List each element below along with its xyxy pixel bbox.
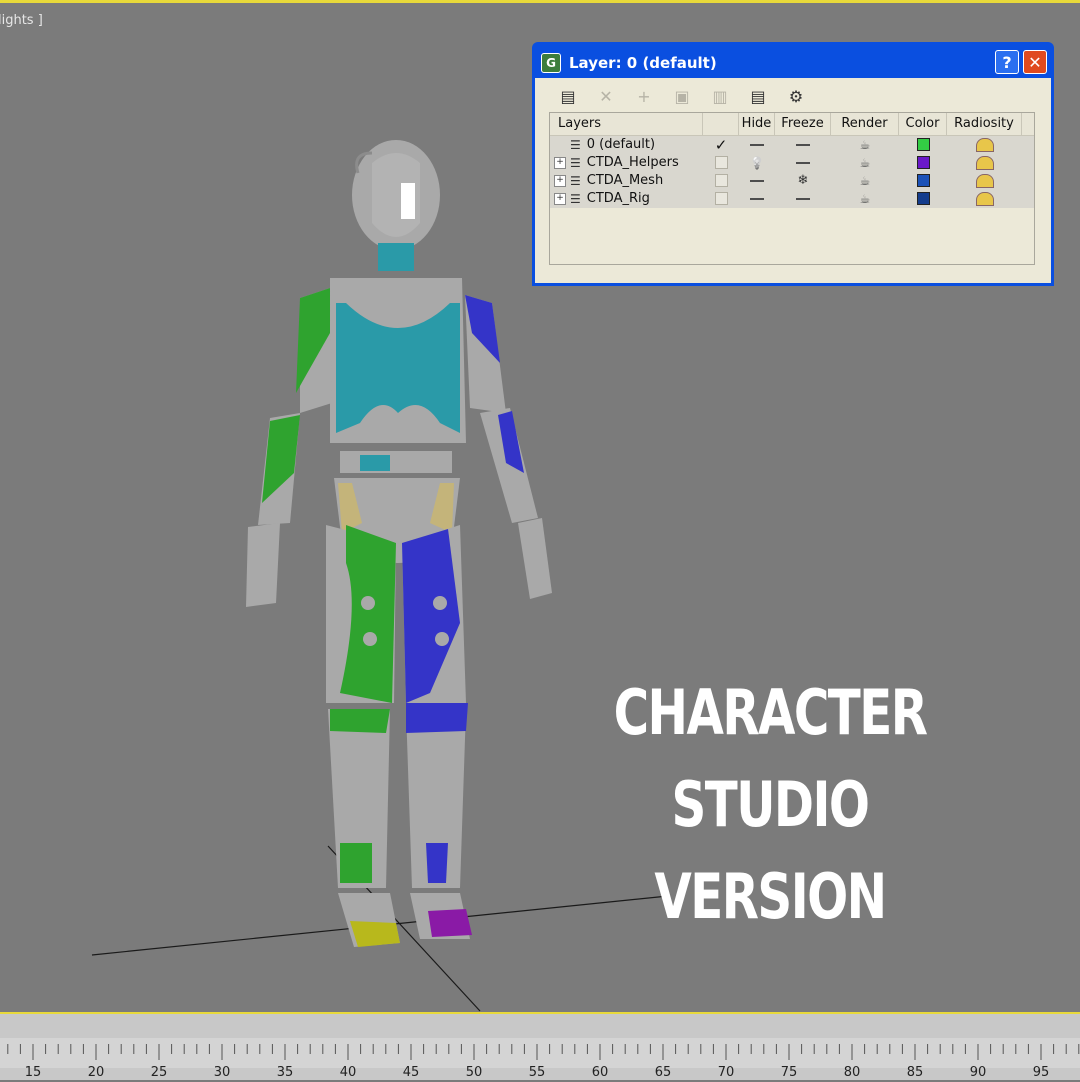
ruler-frame-label: 45 (403, 1065, 420, 1080)
help-button[interactable]: ? (995, 50, 1019, 74)
layer-stack-icon: ☰ (570, 156, 581, 170)
ruler-frame-label: 35 (277, 1065, 294, 1080)
highlight-layer-icon[interactable]: ▥ (707, 83, 733, 109)
active-check-icon[interactable]: ✓ (703, 136, 739, 154)
ruler-frame-label: 80 (844, 1065, 861, 1080)
radiosity-icon[interactable] (947, 172, 1022, 190)
layer-row[interactable]: + ☰ CTDA_Rig ☕ (550, 190, 1034, 208)
ruler-frame-label: 30 (214, 1065, 231, 1080)
layer-name-cell[interactable]: ☰ 0 (default) (550, 136, 703, 154)
layer-properties-icon[interactable]: ⚙ (783, 83, 809, 109)
layer-name-cell[interactable]: + ☰ CTDA_Mesh (550, 172, 703, 190)
active-checkbox[interactable] (703, 172, 739, 190)
ruler-frame-label: 70 (718, 1065, 735, 1080)
freeze-toggle[interactable] (775, 154, 831, 172)
layer-manager-dialog: G Layer: 0 (default) ? ✕ ▤ ✕ + ▣ ▥ ▤ ⚙ Layers … (532, 42, 1054, 286)
hide-toggle[interactable] (739, 172, 775, 190)
ruler-frame-label: 60 (592, 1065, 609, 1080)
expand-icon[interactable]: + (554, 193, 566, 205)
hide-toggle[interactable] (739, 190, 775, 208)
layer-stack-icon: ☰ (570, 174, 581, 188)
hide-freeze-all-icon[interactable]: ▤ (745, 83, 771, 109)
expand-icon[interactable]: + (554, 157, 566, 169)
ruler-frame-label: 75 (781, 1065, 798, 1080)
ruler-frame-label: 85 (907, 1065, 924, 1080)
layer-row[interactable]: + ☰ CTDA_Helpers 💡 ☕ (550, 154, 1034, 172)
dialog-title: Layer: 0 (default) (569, 54, 717, 72)
ruler-ticks: 15 20 25 30 35 40 45 50 55 60 65 70 75 80 85 90 95 (7, 1044, 1080, 1080)
teapot-icon[interactable]: ☕ (831, 136, 899, 154)
hide-toggle[interactable] (739, 136, 775, 154)
add-to-layer-icon[interactable]: + (631, 83, 657, 109)
column-freeze[interactable]: Freeze (775, 113, 831, 135)
layer-rows: ☰ 0 (default) ✓ ☕ + ☰ CTDA_Helpers 💡 ☕ + ☰ CTDA_Mes… (550, 136, 1034, 208)
teapot-icon[interactable]: ☕ (831, 172, 899, 190)
column-color[interactable]: Color (899, 113, 947, 135)
column-hide[interactable]: Hide (739, 113, 775, 135)
teapot-icon[interactable]: ☕ (831, 190, 899, 208)
layer-name-cell[interactable]: + ☰ CTDA_Helpers (550, 154, 703, 172)
radiosity-icon[interactable] (947, 190, 1022, 208)
ruler-frame-label: 50 (466, 1065, 483, 1080)
caption-line-1: CHARACTER (613, 676, 928, 749)
active-checkbox[interactable] (703, 190, 739, 208)
layer-table: Layers Hide Freeze Render Color Radiosit… (549, 112, 1035, 265)
active-checkbox[interactable] (703, 154, 739, 172)
dialog-titlebar[interactable]: G Layer: 0 (default) ? ✕ (535, 45, 1051, 81)
teapot-icon[interactable]: ☕ (831, 154, 899, 172)
layer-name: CTDA_Mesh (586, 173, 664, 188)
layer-name: CTDA_Rig (586, 191, 650, 206)
layer-name: 0 (default) (586, 137, 656, 152)
layer-row[interactable]: ☰ 0 (default) ✓ ☕ (550, 136, 1034, 154)
layer-row[interactable]: + ☰ CTDA_Mesh ❄ ☕ (550, 172, 1034, 190)
radiosity-icon[interactable] (947, 154, 1022, 172)
table-header: Layers Hide Freeze Render Color Radiosit… (550, 113, 1034, 136)
color-swatch[interactable] (899, 190, 947, 208)
ruler-frame-label: 15 (25, 1065, 42, 1080)
layer-toolbar: ▤ ✕ + ▣ ▥ ▤ ⚙ (535, 78, 1051, 114)
ruler-frame-label: 25 (151, 1065, 168, 1080)
radiosity-icon[interactable] (947, 136, 1022, 154)
column-active[interactable] (703, 113, 739, 135)
app-icon: G (541, 53, 561, 73)
viewport-label[interactable]: lights ] (0, 13, 43, 28)
create-layer-icon[interactable]: ▤ (555, 83, 581, 109)
column-layers[interactable]: Layers (550, 113, 703, 135)
delete-layer-icon[interactable]: ✕ (593, 83, 619, 109)
layer-stack-icon: ☰ (570, 192, 581, 206)
character-mannequin[interactable] (246, 140, 552, 947)
column-radiosity[interactable]: Radiosity (947, 113, 1022, 135)
dialog-body: ▤ ✕ + ▣ ▥ ▤ ⚙ Layers Hide Freeze Render Color … (535, 78, 1051, 283)
ruler-frame-label: 40 (340, 1065, 357, 1080)
color-swatch[interactable] (899, 172, 947, 190)
overlay-caption: CHARACTER STUDIO VERSION (575, 667, 965, 943)
expand-icon[interactable]: + (554, 175, 566, 187)
ruler-frame-label: 20 (88, 1065, 105, 1080)
layer-name-cell[interactable]: + ☰ CTDA_Rig (550, 190, 703, 208)
color-swatch[interactable] (899, 154, 947, 172)
freeze-toggle[interactable] (775, 190, 831, 208)
time-ruler[interactable]: 15 20 25 30 35 40 45 50 55 60 65 70 75 80 85 90 95 (0, 1012, 1080, 1080)
color-swatch[interactable] (899, 136, 947, 154)
snowflake-icon[interactable]: ❄ (775, 172, 831, 190)
column-render[interactable]: Render (831, 113, 899, 135)
layer-stack-icon: ☰ (570, 138, 581, 152)
layer-name: CTDA_Helpers (586, 155, 679, 170)
ruler-frame-label: 55 (529, 1065, 546, 1080)
close-button[interactable]: ✕ (1023, 50, 1047, 74)
ruler-frame-label: 95 (1033, 1065, 1050, 1080)
ruler-frame-label: 90 (970, 1065, 987, 1080)
ruler-frame-label: 65 (655, 1065, 672, 1080)
caption-line-2: STUDIO VERSION (654, 768, 887, 933)
select-objects-icon[interactable]: ▣ (669, 83, 695, 109)
lightbulb-icon[interactable]: 💡 (739, 154, 775, 172)
freeze-toggle[interactable] (775, 136, 831, 154)
